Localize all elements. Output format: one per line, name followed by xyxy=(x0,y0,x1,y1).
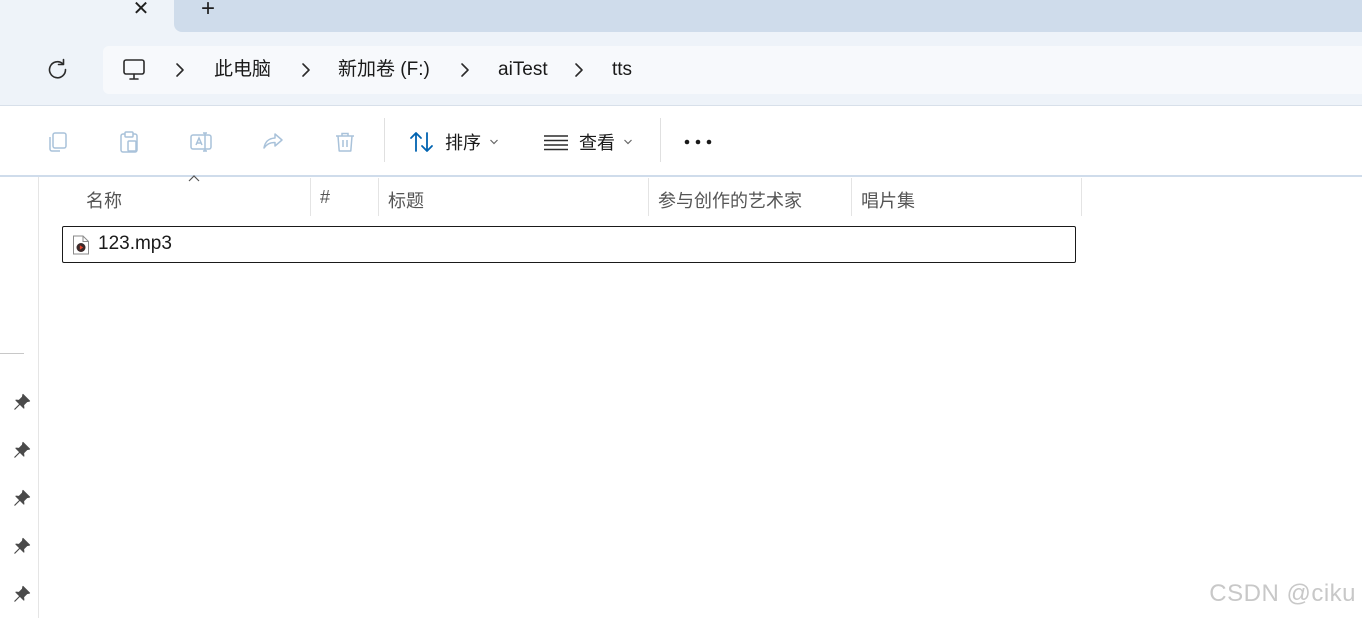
command-bar-divider xyxy=(0,175,1362,177)
pin-icon[interactable] xyxy=(13,537,31,555)
copy-icon[interactable] xyxy=(45,130,69,154)
address-row: 此电脑 新加卷 (F:) aiTest tts xyxy=(0,32,1362,106)
breadcrumb-volume-f[interactable]: 新加卷 (F:) xyxy=(338,58,430,82)
view-list-icon xyxy=(544,135,568,151)
file-name: 123.mp3 xyxy=(98,233,172,254)
toolbar-separator xyxy=(384,118,385,162)
pin-icon[interactable] xyxy=(13,441,31,459)
breadcrumb[interactable]: 此电脑 新加卷 (F:) aiTest tts xyxy=(103,46,1362,94)
new-tab-button[interactable]: + xyxy=(194,0,222,21)
chevron-right-icon[interactable] xyxy=(299,61,313,79)
watermark: CSDN @ciku xyxy=(1209,580,1356,607)
tab-strip-background xyxy=(174,0,1362,32)
refresh-icon xyxy=(48,58,67,79)
audio-file-icon xyxy=(73,235,89,255)
pin-icon[interactable] xyxy=(13,585,31,603)
column-header-number[interactable]: # xyxy=(311,178,378,216)
breadcrumb-tts[interactable]: tts xyxy=(612,58,632,82)
column-header-contributing-artists[interactable]: 参与创作的艺术家 xyxy=(649,178,851,216)
delete-icon[interactable] xyxy=(333,130,357,154)
chevron-right-icon[interactable] xyxy=(458,61,472,79)
column-header-label: # xyxy=(320,187,331,207)
share-icon[interactable] xyxy=(261,130,285,154)
chevron-right-icon[interactable] xyxy=(173,61,187,79)
chevron-down-icon xyxy=(490,139,498,145)
column-header-label: 参与创作的艺术家 xyxy=(658,191,802,211)
breadcrumb-this-pc[interactable]: 此电脑 xyxy=(214,58,271,82)
column-header-title[interactable]: 标题 xyxy=(379,178,648,216)
file-row[interactable]: 123.mp3 xyxy=(62,226,1076,263)
column-header-name[interactable]: 名称 xyxy=(38,178,310,216)
rename-icon[interactable] xyxy=(189,130,213,154)
command-bar: 排序 查看 xyxy=(0,106,1362,176)
more-icon xyxy=(684,139,712,145)
column-header-label: 标题 xyxy=(388,191,424,211)
pin-icon[interactable] xyxy=(13,489,31,507)
view-button[interactable]: 查看 xyxy=(543,126,633,158)
breadcrumb-aitest[interactable]: aiTest xyxy=(498,58,548,82)
more-options-button[interactable] xyxy=(680,130,716,154)
sort-button[interactable]: 排序 xyxy=(409,126,499,158)
column-separator[interactable] xyxy=(1081,178,1082,216)
nav-divider xyxy=(0,353,24,354)
sort-icon xyxy=(410,132,433,152)
pin-icon[interactable] xyxy=(13,393,31,411)
chevron-right-icon[interactable] xyxy=(572,61,586,79)
tab-strip: ✕ + xyxy=(0,0,1362,32)
column-header-label: 唱片集 xyxy=(861,191,915,211)
column-header-album[interactable]: 唱片集 xyxy=(852,178,1081,216)
chevron-down-icon xyxy=(624,139,632,145)
column-header-label: 名称 xyxy=(86,191,122,211)
sort-label: 排序 xyxy=(445,133,481,153)
close-tab-button[interactable]: ✕ xyxy=(127,0,155,20)
view-label: 查看 xyxy=(579,133,615,153)
monitor-icon[interactable] xyxy=(121,57,147,83)
paste-icon[interactable] xyxy=(117,130,141,154)
navigation-pane xyxy=(0,177,39,618)
toolbar-separator xyxy=(660,118,661,162)
refresh-button[interactable] xyxy=(40,55,76,85)
